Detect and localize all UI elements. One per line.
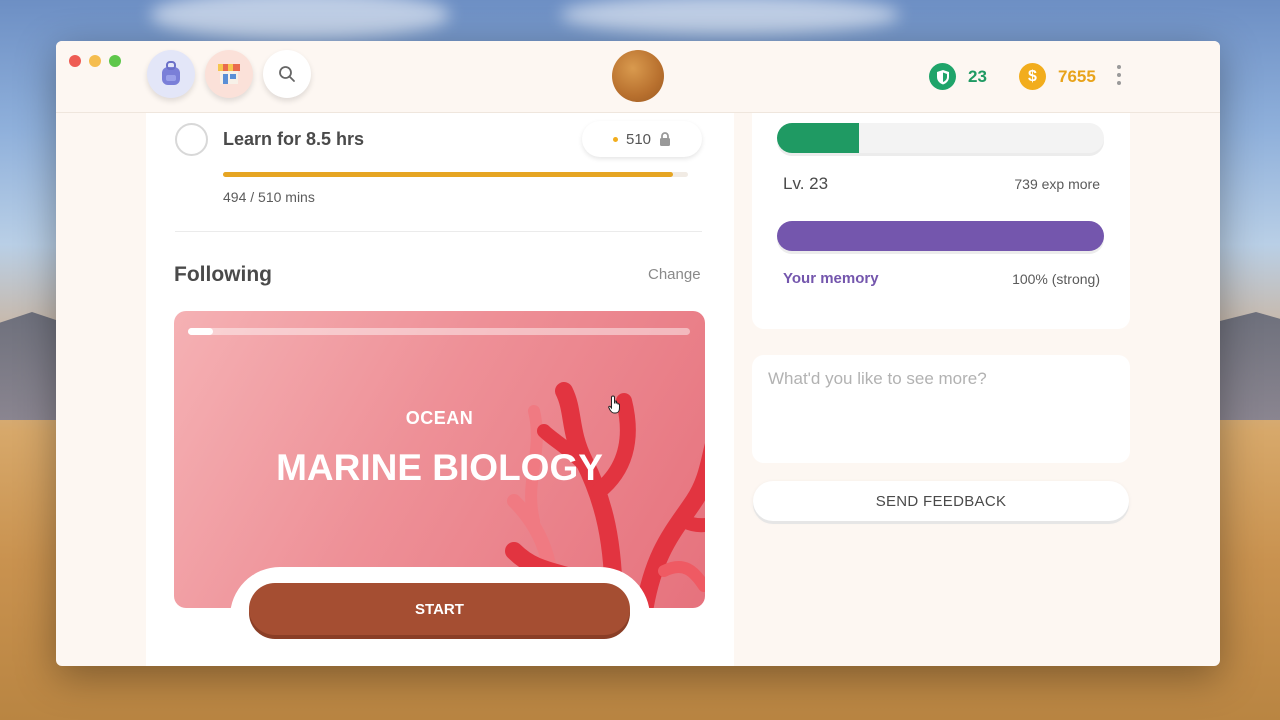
shield-icon — [929, 63, 956, 90]
course-title: MARINE BIOLOGY — [276, 447, 603, 488]
coin-count: 7655 — [1058, 66, 1096, 86]
level-stats-card: Lv. 23 739 exp more Your memory 100% (st… — [752, 101, 1130, 329]
shop-button[interactable] — [205, 50, 253, 98]
course-progress-bar — [188, 328, 690, 335]
memory-label: Your memory — [783, 270, 879, 287]
memory-strength-bar — [777, 221, 1104, 251]
goal-checkbox[interactable] — [175, 123, 208, 156]
goal-progress-bar — [223, 172, 688, 177]
exp-remaining: 739 exp more — [1014, 176, 1100, 192]
more-dot — [1117, 81, 1121, 85]
memory-value: 100% (strong) — [1012, 271, 1100, 287]
coin-dot-icon — [612, 136, 618, 142]
level-progress-fill — [777, 123, 859, 153]
goal-progress-fill — [223, 172, 674, 177]
desktop-cloud — [560, 0, 900, 35]
memory-strength-fill — [777, 221, 1104, 251]
following-heading: Following — [174, 263, 272, 286]
goal-title: Learn for 8.5 hrs — [223, 129, 365, 149]
hand-cursor-icon — [608, 395, 620, 414]
level-progress-bar — [777, 123, 1104, 153]
search-button[interactable] — [263, 50, 311, 98]
zoom-window-button[interactable] — [109, 55, 121, 67]
shop-icon — [218, 64, 240, 84]
more-options-button[interactable] — [1115, 65, 1123, 85]
start-button[interactable]: START — [249, 583, 630, 635]
goal-reward-value: 510 — [625, 130, 652, 148]
backpack-icon — [162, 61, 180, 85]
minimize-window-button[interactable] — [89, 55, 101, 67]
shield-count: 23 — [968, 66, 987, 86]
feedback-input[interactable] — [768, 369, 1114, 449]
desktop-cloud — [150, 0, 450, 40]
course-category: OCEAN — [405, 408, 474, 428]
search-icon — [279, 66, 295, 82]
feedback-card — [752, 355, 1130, 463]
change-course-link[interactable]: Change — [648, 266, 701, 283]
more-dot — [1117, 73, 1121, 77]
section-divider — [175, 231, 702, 232]
app-window: 23 $ 7655 Learn for 8.5 hrs 510 494 / 51… — [56, 41, 1220, 666]
send-feedback-button[interactable]: SEND FEEDBACK — [753, 481, 1129, 521]
coin-stat: $ 7655 — [1019, 63, 1096, 90]
lock-icon — [660, 132, 671, 146]
title-bar: 23 $ 7655 — [56, 41, 1220, 113]
streak-shield-stat: 23 — [929, 63, 987, 90]
profile-avatar[interactable] — [612, 50, 664, 102]
close-window-button[interactable] — [69, 55, 81, 67]
course-card[interactable]: OCEAN MARINE BIOLOGY — [174, 311, 705, 608]
goal-reward-badge: 510 — [582, 121, 702, 157]
coin-icon: $ — [1019, 63, 1046, 90]
course-progress-fill — [188, 328, 214, 335]
level-label: Lv. 23 — [783, 174, 829, 193]
more-dot — [1117, 65, 1121, 69]
main-panel: Learn for 8.5 hrs 510 494 / 510 mins Fol… — [146, 113, 734, 666]
goal-progress-text: 494 / 510 mins — [223, 189, 315, 205]
backpack-button[interactable] — [147, 50, 195, 98]
